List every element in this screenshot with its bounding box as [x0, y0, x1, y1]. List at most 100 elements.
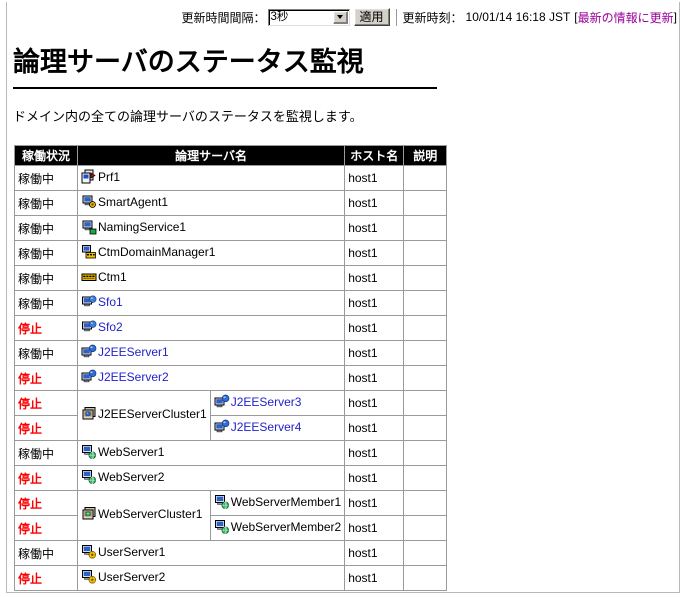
update-time-label: 更新時刻： [402, 10, 463, 25]
server-name-cell: Sfo2 [78, 316, 345, 340]
j2eecluster-icon [81, 406, 97, 422]
status-cell: 停止 [15, 316, 77, 340]
bracket-close: ] [673, 10, 677, 24]
table-row: 稼働中 J2EEServer1 host1 [15, 341, 447, 365]
server-name-cell: CtmDomainManager1 [78, 241, 345, 265]
userserver-icon [81, 569, 97, 585]
server-name-cell: Prf1 [78, 166, 345, 190]
cluster-member-cell: WebServerMember1 [210, 491, 345, 515]
description-cell [404, 216, 447, 240]
server-entry: WebServerMember2 [214, 519, 341, 535]
status-badge: 稼働中 [18, 446, 55, 461]
host-name-cell: host1 [345, 216, 404, 240]
refresh-link[interactable]: 最新の情報に更新 [578, 9, 674, 26]
status-badge: 停止 [18, 396, 43, 411]
server-name-label[interactable]: J2EEServer1 [98, 345, 169, 359]
server-name-label: WebServerCluster1 [98, 507, 203, 521]
description-cell [404, 191, 447, 215]
description-cell [404, 466, 447, 490]
server-name-label: J2EEServerCluster1 [98, 407, 207, 421]
host-name-cell: host1 [345, 441, 404, 465]
description-cell [404, 441, 447, 465]
server-entry: WebServerMember1 [214, 494, 341, 510]
table-row: 稼働中 Ctm1 host1 [15, 266, 447, 290]
header-description: 説明 [404, 146, 447, 165]
server-name-label[interactable]: Sfo1 [98, 295, 123, 309]
server-entry[interactable]: J2EEServer4 [214, 419, 302, 435]
page-frame: 更新時間間隔： 3秒 適用 更新時刻： 10/01/14 16:18 JST [… [6, 2, 680, 593]
server-entry: WebServerCluster1 [81, 506, 202, 522]
j2eeserver-icon [214, 394, 230, 410]
server-name-label[interactable]: J2EEServer2 [98, 370, 169, 384]
server-name-label: UserServer1 [98, 544, 166, 559]
host-name-cell: host1 [345, 366, 404, 390]
status-badge: 停止 [18, 371, 43, 386]
description-cell [404, 241, 447, 265]
table-row: 稼働中 WebServer1 host1 [15, 441, 447, 465]
server-entry: UserServer1 [81, 544, 165, 560]
server-name-cell: J2EEServer1 [78, 341, 345, 365]
status-cell: 稼働中 [15, 191, 77, 215]
status-badge: 停止 [18, 571, 43, 586]
server-entry[interactable]: Sfo1 [81, 294, 123, 310]
server-name-label[interactable]: J2EEServer4 [231, 420, 302, 434]
host-name-cell: host1 [345, 266, 404, 290]
webserver-icon [214, 494, 230, 510]
server-entry: NamingService1 [81, 219, 186, 235]
server-name-label: WebServer1 [98, 444, 165, 459]
cluster-member-cell: WebServerMember2 [210, 516, 345, 540]
server-entry[interactable]: J2EEServer2 [81, 369, 169, 385]
status-cell: 停止 [15, 516, 77, 540]
host-name-cell: host1 [345, 291, 404, 315]
status-cell: 稼働中 [15, 241, 77, 265]
webserver-icon [81, 469, 97, 485]
server-entry: Ctm1 [81, 269, 127, 285]
table-header-row: 稼働状況 論理サーバ名 ホスト名 説明 [15, 146, 447, 165]
table-row: 停止 UserServer2 host1 [15, 566, 447, 590]
status-cell: 稼働中 [15, 291, 77, 315]
description-cell [404, 516, 447, 540]
header-server-name: 論理サーバ名 [78, 146, 345, 165]
chevron-down-icon[interactable] [332, 10, 348, 24]
server-entry[interactable]: J2EEServer1 [81, 344, 169, 360]
server-entry[interactable]: J2EEServer3 [214, 394, 302, 410]
webcluster-icon [81, 506, 97, 522]
status-badge: 稼働中 [18, 171, 55, 186]
status-cell: 停止 [15, 566, 77, 590]
header-status: 稼働状況 [15, 146, 77, 165]
host-name-cell: host1 [345, 166, 404, 190]
cluster-member-cell: J2EEServer4 [210, 416, 345, 440]
logical-server-status-table: 稼働状況 論理サーバ名 ホスト名 説明 稼働中 Prf1 host1 稼働中 Smart… [14, 145, 448, 591]
server-name-label: CtmDomainManager1 [98, 244, 216, 259]
interval-select[interactable]: 3秒 [267, 8, 350, 26]
page-description: ドメイン内の全ての論理サーバのステータスを監視します。 [13, 109, 363, 124]
server-name-label[interactable]: J2EEServer3 [231, 395, 302, 409]
description-cell [404, 491, 447, 515]
host-name-cell: host1 [345, 391, 404, 415]
server-entry: SmartAgent1 [81, 194, 168, 210]
table-row: 停止 WebServerCluster1 WebServerMember1 host1 [15, 491, 447, 540]
interval-label: 更新時間間隔： [181, 10, 266, 25]
userserver-icon [81, 544, 97, 560]
apply-button[interactable]: 適用 [353, 8, 390, 26]
server-name-label: Ctm1 [98, 269, 127, 284]
description-cell [404, 341, 447, 365]
status-badge: 稼働中 [18, 296, 55, 311]
server-name-cell: NamingService1 [78, 216, 345, 240]
description-cell [404, 416, 447, 440]
table-row: 停止 WebServer2 host1 [15, 466, 447, 490]
prf-icon [81, 169, 97, 185]
server-name-label: WebServerMember1 [230, 494, 342, 509]
server-name-cell: WebServer2 [78, 466, 345, 490]
server-entry: J2EEServerCluster1 [81, 406, 207, 422]
status-cell: 稼働中 [15, 216, 77, 240]
server-name-label[interactable]: Sfo2 [98, 320, 123, 334]
webserver-icon [81, 444, 97, 460]
status-badge: 稼働中 [18, 346, 55, 361]
status-cell: 停止 [15, 491, 77, 515]
server-name-cell: Ctm1 [78, 266, 345, 290]
status-cell: 稼働中 [15, 541, 77, 565]
server-entry[interactable]: Sfo2 [81, 319, 123, 335]
server-name-cell: WebServer1 [78, 441, 345, 465]
server-entry: Prf1 [81, 169, 120, 185]
